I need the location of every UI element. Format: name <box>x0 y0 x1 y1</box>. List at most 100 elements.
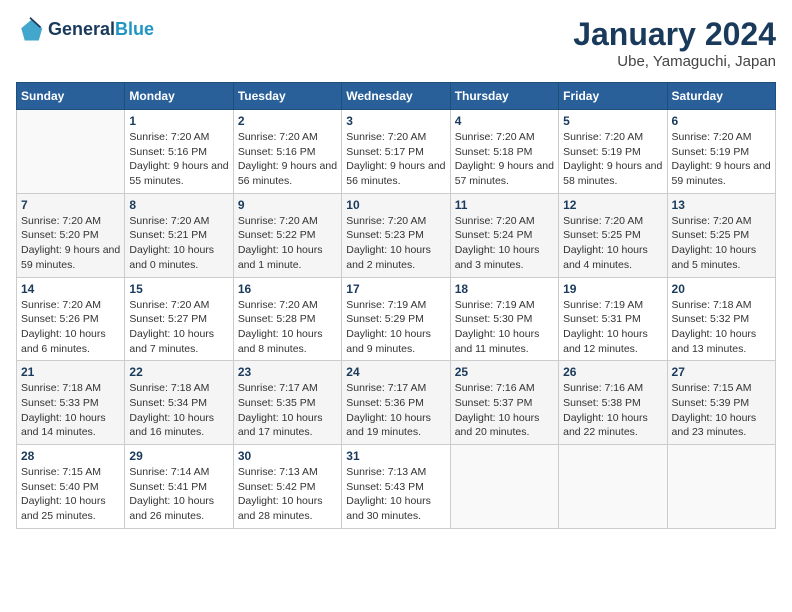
calendar-cell: 4 Sunrise: 7:20 AMSunset: 5:18 PMDaylight… <box>450 110 558 194</box>
calendar-table: SundayMondayTuesdayWednesdayThursdayFrid… <box>16 82 776 529</box>
day-number: 14 <box>21 282 120 296</box>
day-number: 4 <box>455 114 554 128</box>
day-info: Sunrise: 7:20 AMSunset: 5:25 PMDaylight:… <box>563 214 662 273</box>
day-number: 23 <box>238 365 337 379</box>
day-number: 5 <box>563 114 662 128</box>
day-number: 19 <box>563 282 662 296</box>
week-row-2: 14Sunrise: 7:20 AMSunset: 5:26 PMDayligh… <box>17 277 776 361</box>
calendar-cell: 10Sunrise: 7:20 AMSunset: 5:23 PMDayligh… <box>342 193 450 277</box>
day-info: Sunrise: 7:20 AMSunset: 5:23 PMDaylight:… <box>346 214 445 273</box>
week-row-1: 7 Sunrise: 7:20 AMSunset: 5:20 PMDaylight… <box>17 193 776 277</box>
calendar-cell <box>17 110 125 194</box>
calendar-cell: 23 Sunrise: 7:17 AMSunset: 5:35 PMDayligh… <box>233 361 341 445</box>
day-number: 13 <box>672 198 771 212</box>
calendar-cell: 24Sunrise: 7:17 AMSunset: 5:36 PMDayligh… <box>342 361 450 445</box>
day-number: 26 <box>563 365 662 379</box>
day-number: 20 <box>672 282 771 296</box>
day-info: Sunrise: 7:18 AMSunset: 5:34 PMDaylight:… <box>129 381 228 440</box>
calendar-cell: 25Sunrise: 7:16 AMSunset: 5:37 PMDayligh… <box>450 361 558 445</box>
calendar-cell <box>450 445 558 529</box>
logo: GeneralBlue <box>16 16 154 44</box>
calendar-cell: 26 Sunrise: 7:16 AMSunset: 5:38 PMDayligh… <box>559 361 667 445</box>
header-friday: Friday <box>559 83 667 110</box>
calendar-cell <box>559 445 667 529</box>
calendar-cell: 5Sunrise: 7:20 AMSunset: 5:19 PMDaylight… <box>559 110 667 194</box>
calendar-cell: 14Sunrise: 7:20 AMSunset: 5:26 PMDayligh… <box>17 277 125 361</box>
calendar-title: January 2024 <box>573 16 776 53</box>
calendar-cell: 7 Sunrise: 7:20 AMSunset: 5:20 PMDaylight… <box>17 193 125 277</box>
calendar-cell: 2Sunrise: 7:20 AMSunset: 5:16 PMDaylight… <box>233 110 341 194</box>
header-row: SundayMondayTuesdayWednesdayThursdayFrid… <box>17 83 776 110</box>
day-number: 3 <box>346 114 445 128</box>
day-info: Sunrise: 7:13 AMSunset: 5:43 PMDaylight:… <box>346 465 445 524</box>
calendar-cell: 29 Sunrise: 7:14 AMSunset: 5:41 PMDayligh… <box>125 445 233 529</box>
day-info: Sunrise: 7:20 AMSunset: 5:18 PMDaylight:… <box>455 130 554 189</box>
day-number: 12 <box>563 198 662 212</box>
day-number: 29 <box>129 449 228 463</box>
day-info: Sunrise: 7:19 AMSunset: 5:31 PMDaylight:… <box>563 298 662 357</box>
calendar-cell: 18Sunrise: 7:19 AMSunset: 5:30 PMDayligh… <box>450 277 558 361</box>
day-number: 21 <box>21 365 120 379</box>
calendar-cell: 21 Sunrise: 7:18 AMSunset: 5:33 PMDayligh… <box>17 361 125 445</box>
day-number: 27 <box>672 365 771 379</box>
header-saturday: Saturday <box>667 83 775 110</box>
day-info: Sunrise: 7:18 AMSunset: 5:32 PMDaylight:… <box>672 298 771 357</box>
day-number: 16 <box>238 282 337 296</box>
logo-icon <box>16 16 44 44</box>
day-info: Sunrise: 7:18 AMSunset: 5:33 PMDaylight:… <box>21 381 120 440</box>
calendar-cell: 27 Sunrise: 7:15 AMSunset: 5:39 PMDayligh… <box>667 361 775 445</box>
day-info: Sunrise: 7:17 AMSunset: 5:35 PMDaylight:… <box>238 381 337 440</box>
page-header: GeneralBlue January 2024 Ube, Yamaguchi,… <box>16 16 776 70</box>
day-number: 15 <box>129 282 228 296</box>
day-info: Sunrise: 7:20 AMSunset: 5:16 PMDaylight:… <box>238 130 337 189</box>
day-info: Sunrise: 7:19 AMSunset: 5:29 PMDaylight:… <box>346 298 445 357</box>
day-info: Sunrise: 7:20 AMSunset: 5:22 PMDaylight:… <box>238 214 337 273</box>
day-info: Sunrise: 7:16 AMSunset: 5:38 PMDaylight:… <box>563 381 662 440</box>
day-info: Sunrise: 7:15 AMSunset: 5:39 PMDaylight:… <box>672 381 771 440</box>
day-number: 11 <box>455 198 554 212</box>
title-block: January 2024 Ube, Yamaguchi, Japan <box>573 16 776 70</box>
header-thursday: Thursday <box>450 83 558 110</box>
day-info: Sunrise: 7:15 AMSunset: 5:40 PMDaylight:… <box>21 465 120 524</box>
calendar-cell: 3 Sunrise: 7:20 AMSunset: 5:17 PMDaylight… <box>342 110 450 194</box>
calendar-body: 1 Sunrise: 7:20 AMSunset: 5:16 PMDaylight… <box>17 110 776 529</box>
calendar-cell: 15 Sunrise: 7:20 AMSunset: 5:27 PMDayligh… <box>125 277 233 361</box>
day-number: 24 <box>346 365 445 379</box>
header-wednesday: Wednesday <box>342 83 450 110</box>
calendar-cell: 8Sunrise: 7:20 AMSunset: 5:21 PMDaylight… <box>125 193 233 277</box>
day-info: Sunrise: 7:19 AMSunset: 5:30 PMDaylight:… <box>455 298 554 357</box>
day-number: 28 <box>21 449 120 463</box>
calendar-cell <box>667 445 775 529</box>
day-info: Sunrise: 7:20 AMSunset: 5:21 PMDaylight:… <box>129 214 228 273</box>
day-info: Sunrise: 7:20 AMSunset: 5:20 PMDaylight:… <box>21 214 120 273</box>
day-number: 17 <box>346 282 445 296</box>
logo-blue: Blue <box>115 19 154 39</box>
calendar-cell: 30 Sunrise: 7:13 AMSunset: 5:42 PMDayligh… <box>233 445 341 529</box>
day-info: Sunrise: 7:20 AMSunset: 5:28 PMDaylight:… <box>238 298 337 357</box>
day-number: 6 <box>672 114 771 128</box>
day-number: 31 <box>346 449 445 463</box>
day-number: 9 <box>238 198 337 212</box>
day-info: Sunrise: 7:13 AMSunset: 5:42 PMDaylight:… <box>238 465 337 524</box>
calendar-cell: 11Sunrise: 7:20 AMSunset: 5:24 PMDayligh… <box>450 193 558 277</box>
logo-text-block: GeneralBlue <box>48 20 154 40</box>
day-info: Sunrise: 7:20 AMSunset: 5:16 PMDaylight:… <box>129 130 228 189</box>
calendar-cell: 6Sunrise: 7:20 AMSunset: 5:19 PMDaylight… <box>667 110 775 194</box>
calendar-cell: 13Sunrise: 7:20 AMSunset: 5:25 PMDayligh… <box>667 193 775 277</box>
day-info: Sunrise: 7:14 AMSunset: 5:41 PMDaylight:… <box>129 465 228 524</box>
day-number: 1 <box>129 114 228 128</box>
day-number: 7 <box>21 198 120 212</box>
week-row-4: 28 Sunrise: 7:15 AMSunset: 5:40 PMDayligh… <box>17 445 776 529</box>
week-row-3: 21 Sunrise: 7:18 AMSunset: 5:33 PMDayligh… <box>17 361 776 445</box>
day-number: 22 <box>129 365 228 379</box>
day-info: Sunrise: 7:20 AMSunset: 5:27 PMDaylight:… <box>129 298 228 357</box>
logo-text: GeneralBlue <box>48 20 154 40</box>
day-info: Sunrise: 7:20 AMSunset: 5:17 PMDaylight:… <box>346 130 445 189</box>
header-sunday: Sunday <box>17 83 125 110</box>
calendar-header: SundayMondayTuesdayWednesdayThursdayFrid… <box>17 83 776 110</box>
calendar-cell: 1 Sunrise: 7:20 AMSunset: 5:16 PMDaylight… <box>125 110 233 194</box>
calendar-cell: 12 Sunrise: 7:20 AMSunset: 5:25 PMDayligh… <box>559 193 667 277</box>
day-number: 25 <box>455 365 554 379</box>
day-number: 30 <box>238 449 337 463</box>
calendar-cell: 31 Sunrise: 7:13 AMSunset: 5:43 PMDayligh… <box>342 445 450 529</box>
